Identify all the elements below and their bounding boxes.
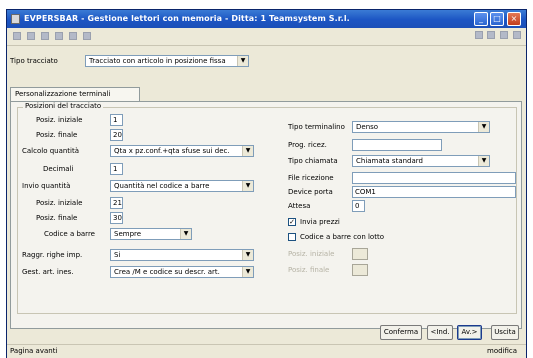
user-icon[interactable] — [83, 32, 91, 40]
chevron-down-icon[interactable]: ▼ — [237, 56, 248, 66]
posizioni-group: Posizioni del tracciato Posiz. iniziale … — [17, 102, 517, 314]
raggr-righe-value: Si — [114, 251, 121, 259]
pos-finale-2-input[interactable]: 30 — [110, 212, 123, 224]
invia-prezzi-checkbox[interactable]: ✓ — [288, 218, 296, 226]
pos-iniziale-label: Posiz. iniziale — [36, 116, 83, 124]
prog-ricez-input[interactable] — [352, 139, 442, 151]
codice-barre-select[interactable]: Sempre ▼ — [110, 228, 192, 240]
invio-quantita-value: Quantità nel codice a barre — [114, 182, 210, 190]
attesa-input[interactable]: 0 — [352, 200, 365, 212]
settings-icon[interactable] — [513, 31, 521, 39]
tipo-chiamata-value: Chiamata standard — [356, 157, 423, 165]
save-icon[interactable] — [13, 32, 21, 40]
gest-art-value: Crea /M e codice su descr. art. — [114, 268, 220, 276]
app-window: EVPERSBAR - Gestione lettori con memoria… — [6, 9, 527, 358]
codice-barre-value: Sempre — [114, 230, 142, 238]
app-icon — [11, 14, 20, 24]
invio-quantita-label: Invio quantità — [22, 182, 71, 190]
codice-barre-label: Codice a barre — [44, 230, 95, 238]
tipo-tracciato-value: Tracciato con articolo in posizione fiss… — [89, 57, 226, 65]
close-button[interactable]: × — [507, 12, 521, 26]
chevron-down-icon[interactable]: ▼ — [478, 156, 489, 166]
raggr-righe-label: Raggr. righe imp. — [22, 251, 83, 259]
decimali-input[interactable]: 1 — [110, 163, 123, 175]
tipo-tracciato-label: Tipo tracciato — [10, 57, 58, 65]
dropdown-icon[interactable] — [475, 31, 483, 39]
raggr-righe-select[interactable]: Si ▼ — [110, 249, 254, 261]
calcolo-quantita-label: Calcolo quantità — [22, 147, 80, 155]
invio-quantita-select[interactable]: Quantità nel codice a barre ▼ — [110, 180, 254, 192]
chevron-down-icon[interactable]: ▼ — [180, 229, 191, 239]
status-right: modifica — [487, 347, 518, 355]
chevron-down-icon[interactable]: ▼ — [242, 146, 253, 156]
tipo-tracciato-select[interactable]: Tracciato con articolo in posizione fiss… — [85, 55, 249, 67]
calcolo-quantita-select[interactable]: Qta x pz.conf.+qta sfuse sui dec. ▼ — [110, 145, 254, 157]
image-icon[interactable] — [55, 32, 63, 40]
tipo-terminalino-value: Denso — [356, 123, 379, 131]
chevron-down-icon[interactable]: ▼ — [242, 181, 253, 191]
tipo-chiamata-label: Tipo chiamata — [288, 157, 338, 165]
toolbar — [7, 28, 526, 46]
window-title: EVPERSBAR - Gestione lettori con memoria… — [24, 14, 350, 23]
minimize-button[interactable]: _ — [474, 12, 488, 26]
posiz-iniz-label: Posiz. iniziale — [288, 250, 335, 258]
invia-prezzi-label: Invia prezzi — [300, 218, 340, 226]
gest-art-label: Gest. art. ines. — [22, 268, 74, 276]
pos-iniziale-input[interactable]: 1 — [110, 114, 123, 126]
group-label: Posizioni del tracciato — [23, 102, 104, 110]
export-icon[interactable] — [41, 32, 49, 40]
help-icon[interactable] — [500, 31, 508, 39]
tipo-terminalino-label: Tipo terminalino — [288, 123, 345, 131]
file-ricezione-label: File ricezione — [288, 174, 334, 182]
codice-lotto-label: Codice a barre con lotto — [300, 233, 384, 241]
tab-personalizzazione-terminali[interactable]: Personalizzazione terminali — [10, 87, 140, 101]
posiz-fin-input — [352, 264, 368, 276]
device-porta-label: Device porta — [288, 188, 333, 196]
gest-art-select[interactable]: Crea /M e codice su descr. art. ▼ — [110, 266, 254, 278]
tab-panel: Posizioni del tracciato Posiz. iniziale … — [10, 101, 522, 329]
title-bar: EVPERSBAR - Gestione lettori con memoria… — [7, 10, 526, 28]
main-content: Tipo tracciato Tracciato con articolo in… — [7, 46, 526, 331]
pos-iniziale-2-input[interactable]: 21 — [110, 197, 123, 209]
search-icon[interactable] — [487, 31, 495, 39]
attesa-label: Attesa — [288, 202, 311, 210]
decimali-label: Decimali — [43, 165, 74, 173]
indietro-button[interactable]: <Ind. — [427, 325, 453, 340]
posiz-iniz-input — [352, 248, 368, 260]
device-porta-input[interactable]: COM1 — [352, 186, 516, 198]
maximize-button[interactable]: □ — [490, 12, 504, 26]
prog-ricez-label: Prog. ricez. — [288, 141, 327, 149]
pos-finale-2-label: Posiz. finale — [36, 214, 78, 222]
calcolo-quantita-value: Qta x pz.conf.+qta sfuse sui dec. — [114, 147, 230, 155]
chevron-down-icon[interactable]: ▼ — [242, 250, 253, 260]
codice-lotto-checkbox[interactable] — [288, 233, 296, 241]
pos-iniziale-2-label: Posiz. iniziale — [36, 199, 83, 207]
status-bar: Pagina avanti modifica — [7, 344, 526, 358]
status-left: Pagina avanti — [10, 347, 58, 355]
file-ricezione-input[interactable] — [352, 172, 516, 184]
chevron-down-icon[interactable]: ▼ — [478, 122, 489, 132]
print-icon[interactable] — [27, 32, 35, 40]
mail-icon[interactable] — [69, 32, 77, 40]
pos-finale-label: Posiz. finale — [36, 131, 78, 139]
uscita-button[interactable]: Uscita — [491, 325, 519, 340]
chevron-down-icon[interactable]: ▼ — [242, 267, 253, 277]
pos-finale-input[interactable]: 20 — [110, 129, 123, 141]
tipo-chiamata-select[interactable]: Chiamata standard ▼ — [352, 155, 490, 167]
posiz-fin-label: Posiz. finale — [288, 266, 330, 274]
tipo-terminalino-select[interactable]: Denso ▼ — [352, 121, 490, 133]
avanti-button[interactable]: Av.> — [457, 325, 482, 340]
conferma-button[interactable]: Conferma — [380, 325, 422, 340]
